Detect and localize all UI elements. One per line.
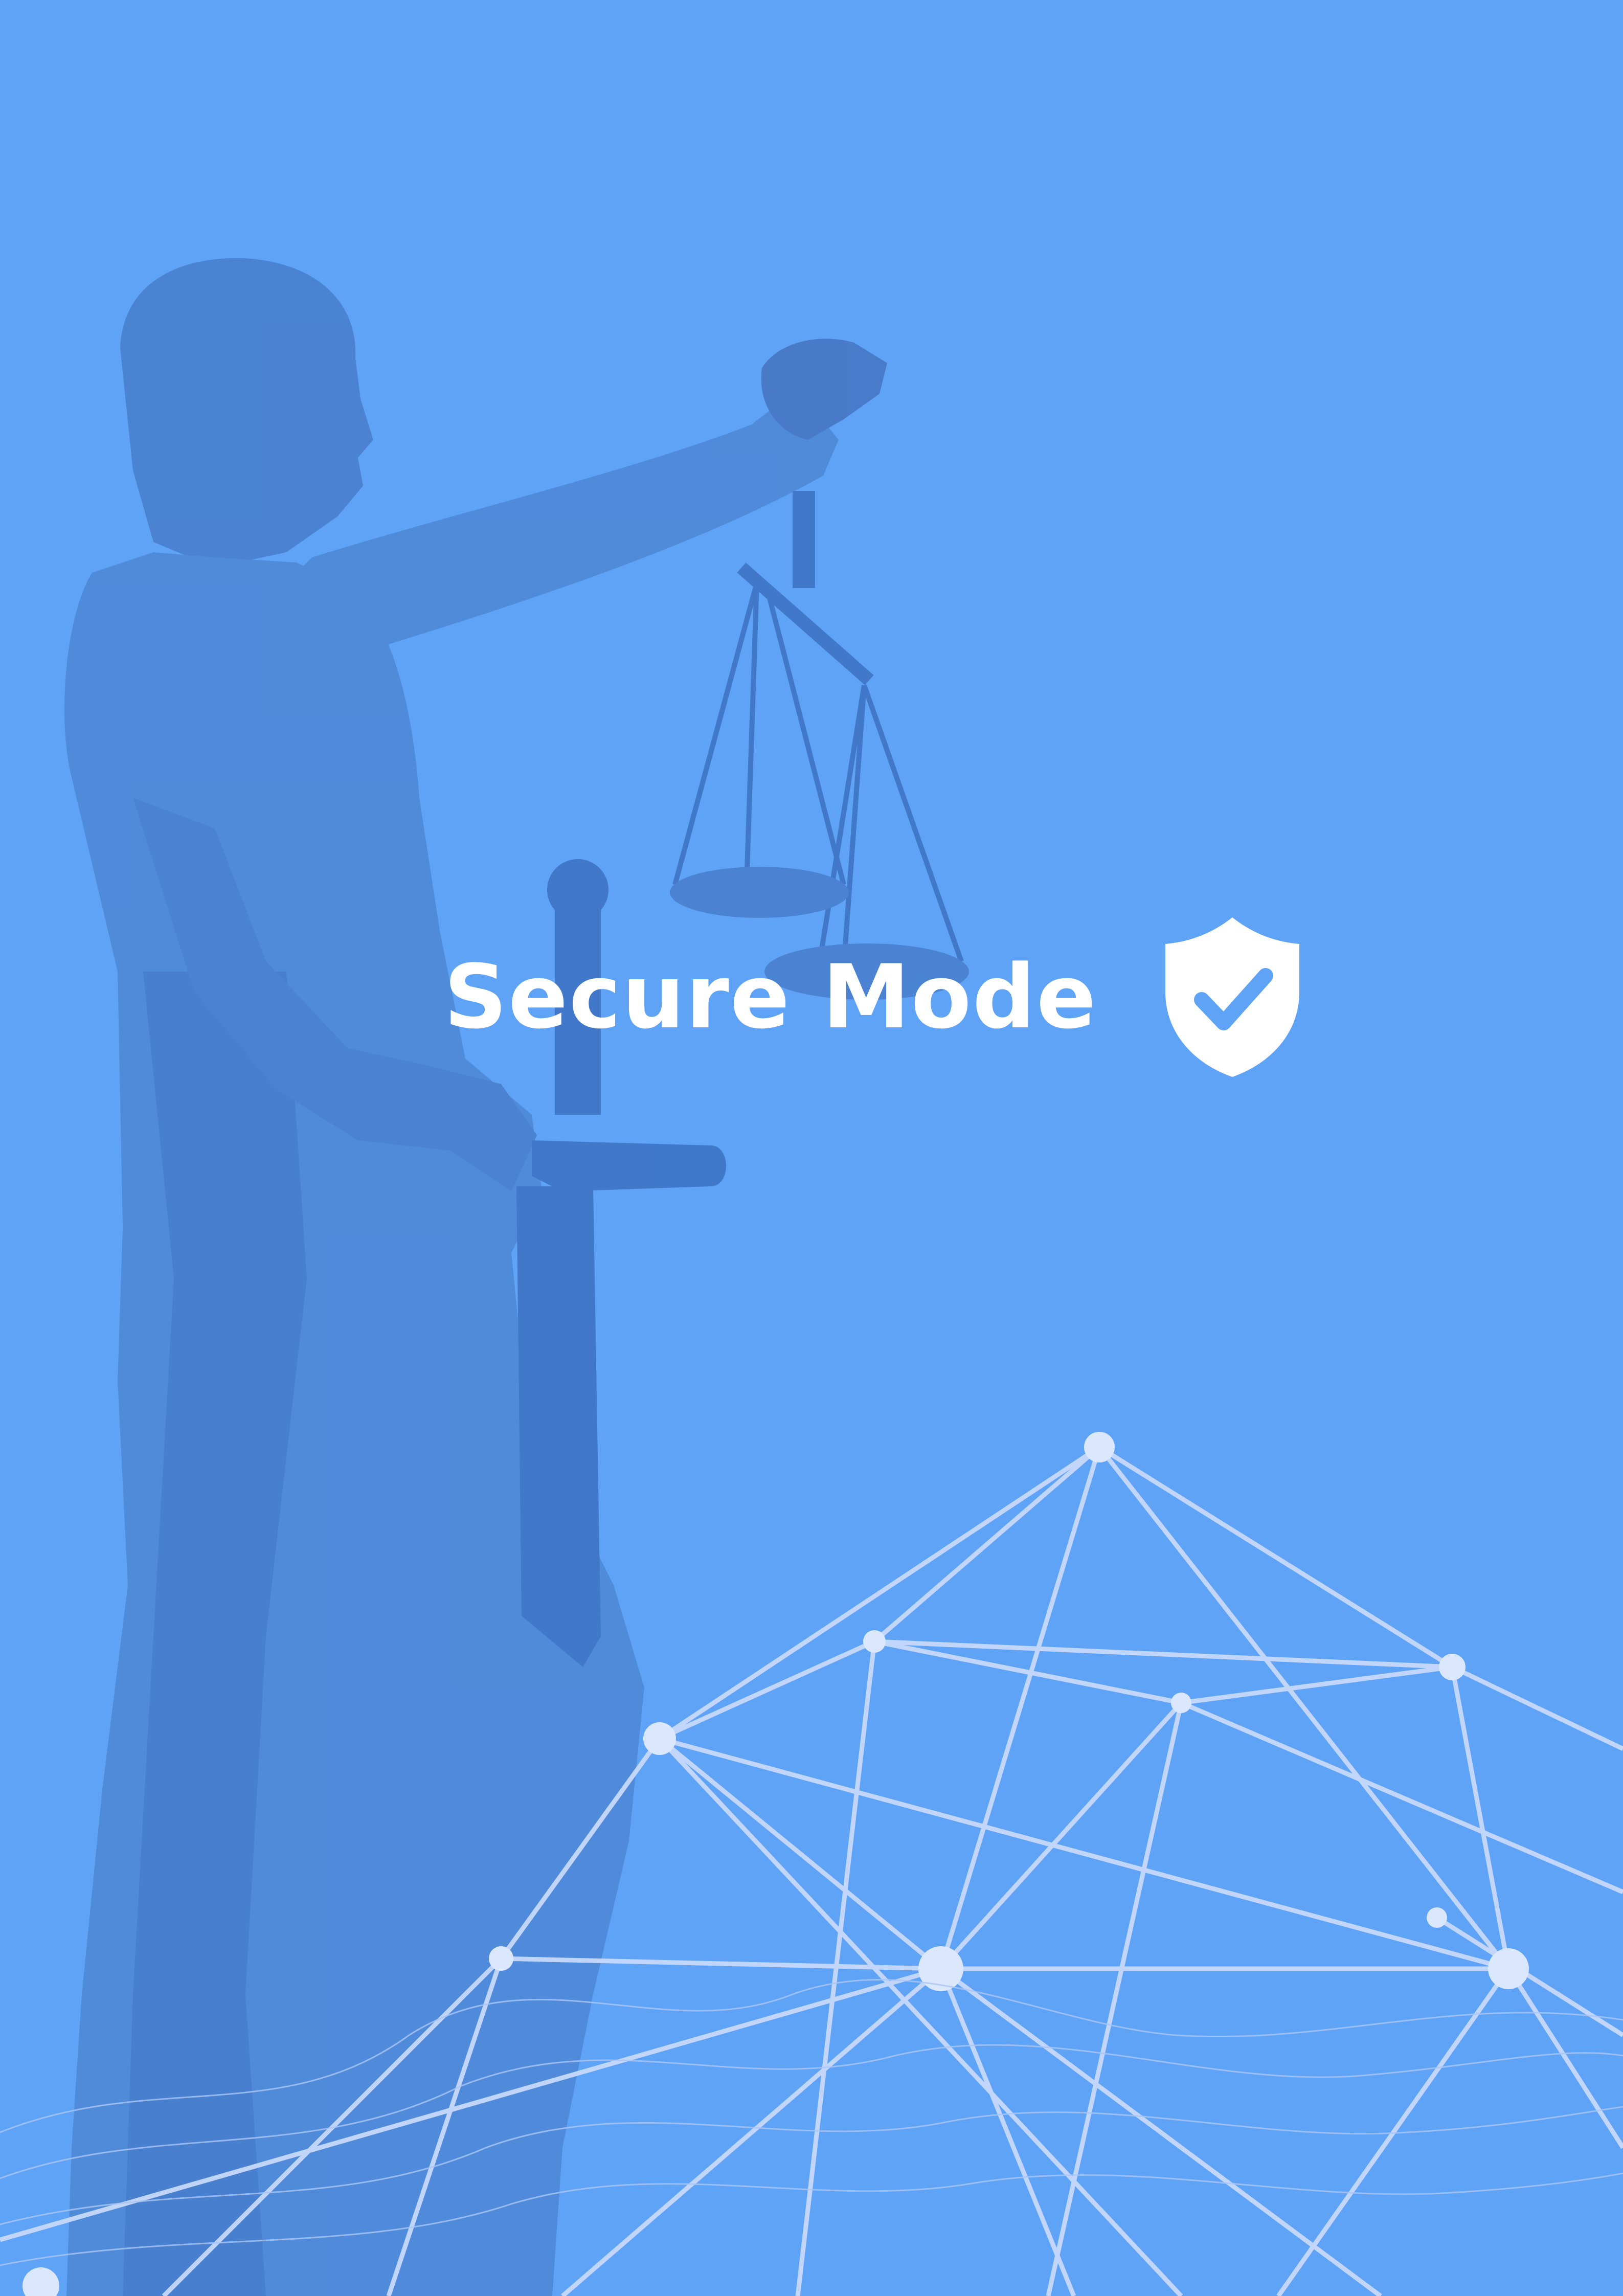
background-art [0, 0, 1623, 2296]
secure-mode-title: Secure Mode [444, 946, 1097, 1048]
secure-mode-splash: Secure Mode [0, 0, 1623, 2296]
secure-mode-banner: Secure Mode [444, 915, 1300, 1079]
shield-check-icon [1163, 915, 1301, 1079]
